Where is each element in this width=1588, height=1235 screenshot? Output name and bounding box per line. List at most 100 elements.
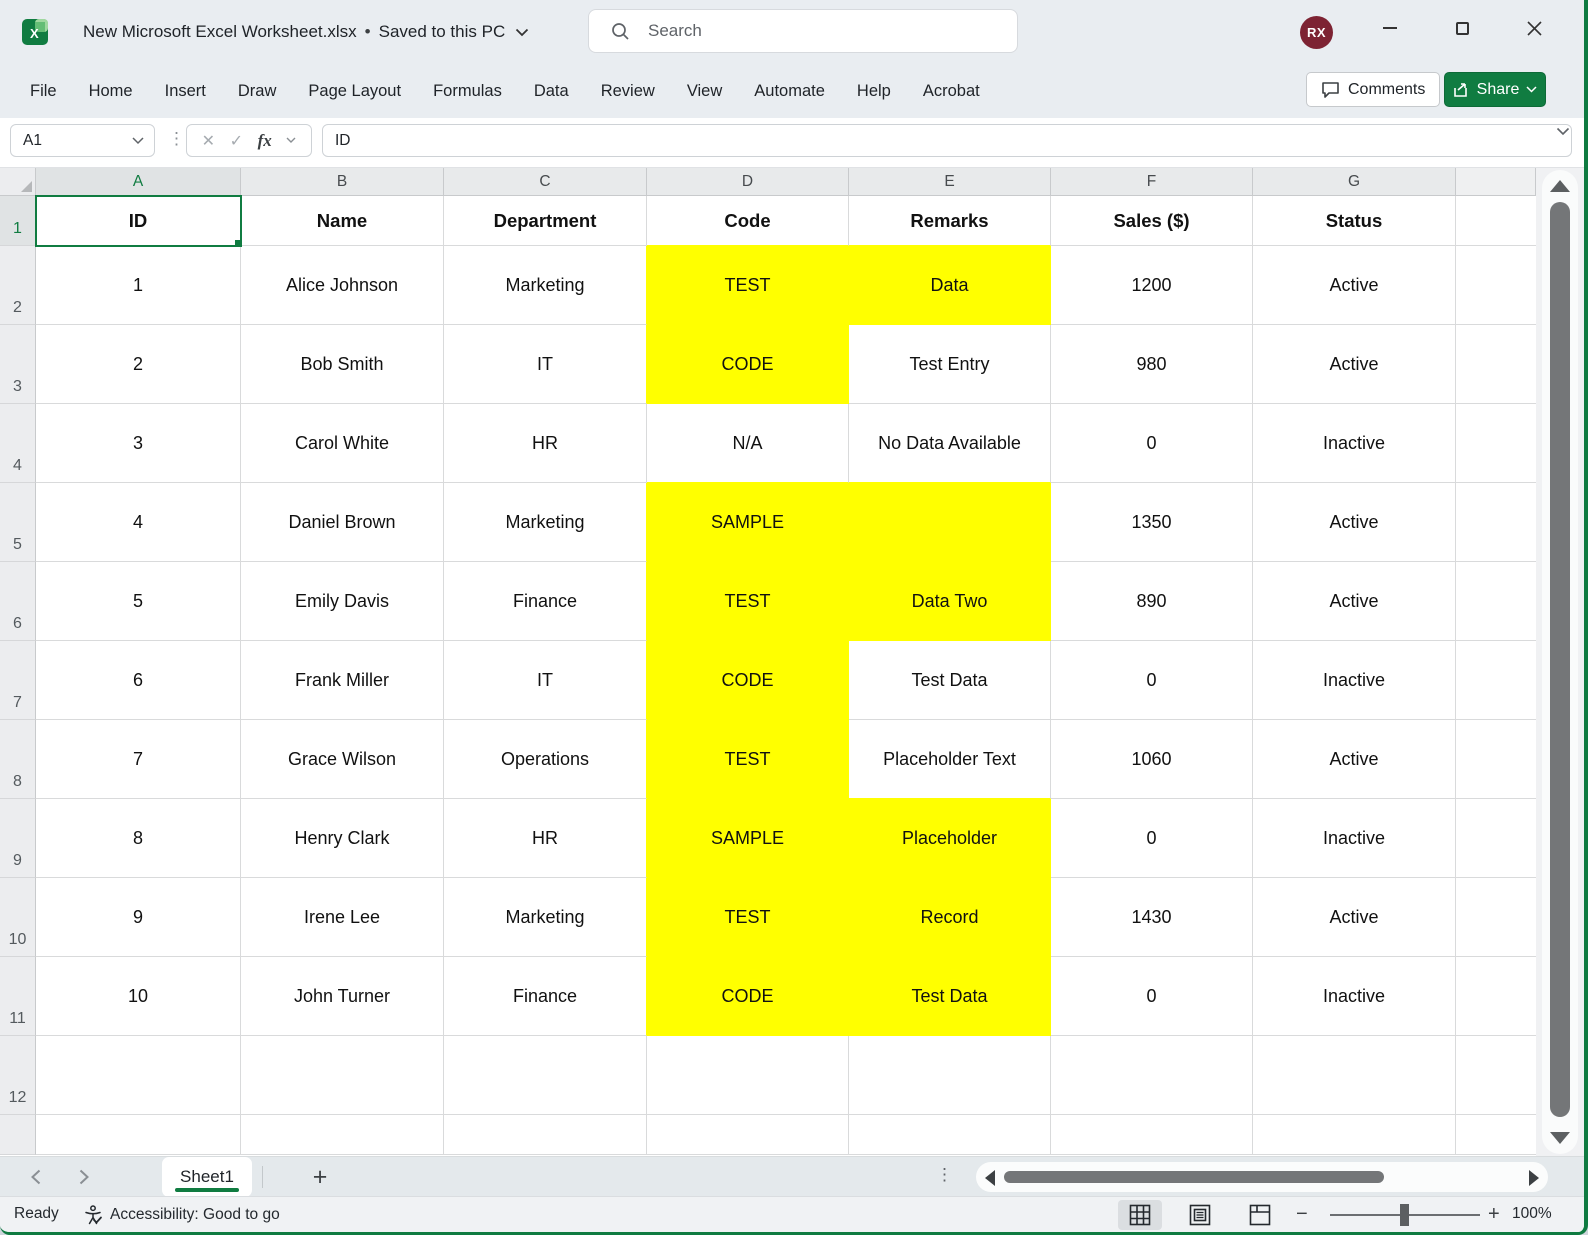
cell-D11[interactable]: CODE: [647, 957, 849, 1036]
cell-E10[interactable]: Record: [849, 878, 1051, 957]
cell-D8[interactable]: TEST: [647, 720, 849, 799]
cell-B2[interactable]: Alice Johnson: [241, 246, 444, 325]
row-header-2[interactable]: 2: [0, 246, 36, 325]
column-header-C[interactable]: C: [444, 168, 647, 196]
cell-E3[interactable]: Test Entry: [849, 325, 1051, 404]
cell-F1[interactable]: Sales ($): [1051, 196, 1253, 246]
cell-E1[interactable]: Remarks: [849, 196, 1051, 246]
cell-C6[interactable]: Finance: [444, 562, 647, 641]
formula-input[interactable]: ID: [322, 124, 1572, 157]
cell-D12[interactable]: [647, 1036, 849, 1115]
next-sheet-button[interactable]: [72, 1165, 96, 1189]
row-header-9[interactable]: 9: [0, 799, 36, 878]
cell-B4[interactable]: Carol White: [241, 404, 444, 483]
formula-bar-grip-icon[interactable]: ⋮: [168, 129, 185, 149]
close-button[interactable]: [1510, 0, 1558, 56]
cell-G12[interactable]: [1253, 1036, 1456, 1115]
cell-C5[interactable]: Marketing: [444, 483, 647, 562]
cell-A2[interactable]: 1: [36, 246, 241, 325]
horizontal-scrollbar[interactable]: [976, 1162, 1548, 1192]
cell-E[interactable]: [849, 1115, 1051, 1155]
cell-A4[interactable]: 3: [36, 404, 241, 483]
cell-B5[interactable]: Daniel Brown: [241, 483, 444, 562]
zoom-level[interactable]: 100%: [1512, 1205, 1552, 1223]
maximize-button[interactable]: [1438, 0, 1486, 56]
column-header-B[interactable]: B: [241, 168, 444, 196]
cell-D4[interactable]: N/A: [647, 404, 849, 483]
select-all-button[interactable]: [0, 168, 36, 196]
cell-B1[interactable]: Name: [241, 196, 444, 246]
cell-B6[interactable]: Emily Davis: [241, 562, 444, 641]
cell-F3[interactable]: 980: [1051, 325, 1253, 404]
menu-item-review[interactable]: Review: [585, 64, 671, 118]
cell-C9[interactable]: HR: [444, 799, 647, 878]
cell-A5[interactable]: 4: [36, 483, 241, 562]
vertical-scrollbar-track[interactable]: [1542, 170, 1578, 1154]
cell-G11[interactable]: Inactive: [1253, 957, 1456, 1036]
cell-B8[interactable]: Grace Wilson: [241, 720, 444, 799]
cell-D7[interactable]: CODE: [647, 641, 849, 720]
cancel-icon[interactable]: ✕: [202, 131, 215, 151]
cell-B9[interactable]: Henry Clark: [241, 799, 444, 878]
cell-A11[interactable]: 10: [36, 957, 241, 1036]
menu-item-automate[interactable]: Automate: [738, 64, 841, 118]
column-header-G[interactable]: G: [1253, 168, 1456, 196]
cell-B11[interactable]: John Turner: [241, 957, 444, 1036]
previous-sheet-button[interactable]: [24, 1165, 48, 1189]
cell-B7[interactable]: Frank Miller: [241, 641, 444, 720]
row-header-6[interactable]: 6: [0, 562, 36, 641]
normal-view-button[interactable]: [1118, 1200, 1162, 1230]
vertical-scrollbar-thumb[interactable]: [1550, 202, 1570, 1117]
cell-C11[interactable]: Finance: [444, 957, 647, 1036]
cell-E2[interactable]: Data: [849, 246, 1051, 325]
cell-A10[interactable]: 9: [36, 878, 241, 957]
account-avatar[interactable]: RX: [1300, 16, 1333, 49]
cell-C10[interactable]: Marketing: [444, 878, 647, 957]
row-header-7[interactable]: 7: [0, 641, 36, 720]
cell-D2[interactable]: TEST: [647, 246, 849, 325]
cell-G7[interactable]: Inactive: [1253, 641, 1456, 720]
cell-F9[interactable]: 0: [1051, 799, 1253, 878]
formula-bar-expand-chevron-icon[interactable]: [1556, 127, 1570, 136]
cell-C4[interactable]: HR: [444, 404, 647, 483]
cell-G[interactable]: [1253, 1115, 1456, 1155]
page-layout-view-button[interactable]: [1178, 1200, 1222, 1230]
menu-item-formulas[interactable]: Formulas: [417, 64, 518, 118]
add-sheet-button[interactable]: +: [304, 1161, 336, 1193]
cell-A3[interactable]: 2: [36, 325, 241, 404]
horizontal-scrollbar-thumb[interactable]: [1004, 1171, 1384, 1183]
cell-B10[interactable]: Irene Lee: [241, 878, 444, 957]
cell-F6[interactable]: 890: [1051, 562, 1253, 641]
row-header-1[interactable]: 1: [0, 196, 36, 246]
row-header-10[interactable]: 10: [0, 878, 36, 957]
cell-A9[interactable]: 8: [36, 799, 241, 878]
cell-F[interactable]: [1051, 1115, 1253, 1155]
enter-icon[interactable]: ✓: [230, 131, 243, 151]
comments-button[interactable]: Comments: [1306, 72, 1441, 107]
page-break-preview-button[interactable]: [1238, 1200, 1282, 1230]
cell-C2[interactable]: Marketing: [444, 246, 647, 325]
scroll-left-icon[interactable]: [985, 1170, 995, 1186]
name-box-chevron-icon[interactable]: [132, 136, 144, 145]
cell-B[interactable]: [241, 1115, 444, 1155]
zoom-slider-handle[interactable]: [1400, 1204, 1409, 1226]
menu-item-page-layout[interactable]: Page Layout: [292, 64, 417, 118]
cell-D6[interactable]: TEST: [647, 562, 849, 641]
cell-G8[interactable]: Active: [1253, 720, 1456, 799]
cell-F11[interactable]: 0: [1051, 957, 1253, 1036]
row-header-3[interactable]: 3: [0, 325, 36, 404]
row-header-12[interactable]: 12: [0, 1036, 36, 1115]
cell-A7[interactable]: 6: [36, 641, 241, 720]
cell-A12[interactable]: [36, 1036, 241, 1115]
cell-F8[interactable]: 1060: [1051, 720, 1253, 799]
row-header-11[interactable]: 11: [0, 957, 36, 1036]
scroll-down-icon[interactable]: [1550, 1132, 1570, 1144]
row-header-8[interactable]: 8: [0, 720, 36, 799]
row-header-4[interactable]: 4: [0, 404, 36, 483]
cell-E4[interactable]: No Data Available: [849, 404, 1051, 483]
chevron-down-icon[interactable]: [515, 28, 529, 37]
scroll-up-icon[interactable]: [1550, 180, 1570, 192]
menu-item-data[interactable]: Data: [518, 64, 585, 118]
cell-G10[interactable]: Active: [1253, 878, 1456, 957]
accessibility-status[interactable]: Accessibility: Good to go: [84, 1205, 280, 1225]
